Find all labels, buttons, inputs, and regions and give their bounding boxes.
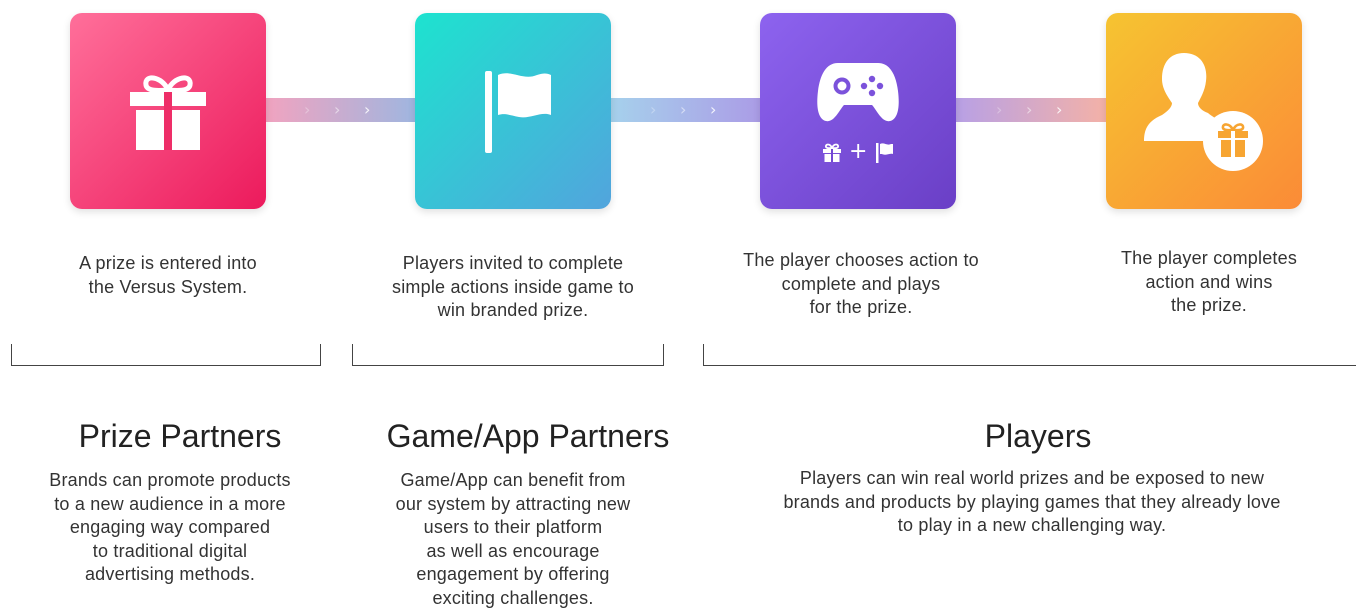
bracket-players	[703, 344, 1356, 366]
flag-icon	[485, 71, 551, 153]
step-4-tile	[1106, 13, 1302, 209]
group-desc-players: Players can win real world prizes and be…	[783, 468, 1281, 535]
flag-icon	[876, 143, 893, 163]
gift-icon	[130, 75, 206, 150]
step-1-caption: A prize is entered into the Versus Syste…	[79, 253, 257, 297]
group-title-game-app-partners: Game/App Partners	[386, 418, 670, 454]
chevron-right-icon: ›	[1026, 100, 1033, 119]
group-desc-prize-partners: Brands can promote products to a new aud…	[49, 470, 291, 584]
chevron-right-icon: ›	[996, 100, 1003, 119]
step-2-tile	[415, 13, 611, 209]
connector-2: › › ›	[608, 98, 764, 122]
bracket-game-app-partners	[352, 344, 664, 366]
group-desc-game-app-partners: Game/App can benefit from our system by …	[395, 470, 631, 608]
step-2-caption: Players invited to complete simple actio…	[392, 253, 634, 320]
gamepad-icon	[817, 63, 899, 122]
group-title-players: Players	[984, 418, 1092, 454]
step-3-tile: +	[760, 13, 956, 209]
step-4-caption: The player completes action and wins the…	[1120, 248, 1298, 315]
connector-3: › › ›	[954, 98, 1110, 122]
chevron-right-icon: ›	[334, 100, 341, 119]
chevron-right-icon: ›	[304, 100, 311, 119]
connector-1: › › ›	[262, 98, 418, 122]
user-gift-icon	[1144, 53, 1263, 171]
chevron-right-icon: ›	[364, 100, 371, 119]
step-1-tile	[70, 13, 266, 209]
chevron-right-icon: ›	[710, 100, 717, 119]
bracket-prize-partners	[11, 344, 321, 366]
chevron-right-icon: ›	[1056, 100, 1063, 119]
step-3-caption: The player chooses action to complete an…	[743, 250, 979, 317]
chevron-right-icon: ›	[650, 100, 657, 119]
group-title-prize-partners: Prize Partners	[78, 418, 282, 454]
chevron-right-icon: ›	[680, 100, 687, 119]
plus-icon: +	[849, 139, 868, 164]
gift-icon	[823, 143, 841, 162]
